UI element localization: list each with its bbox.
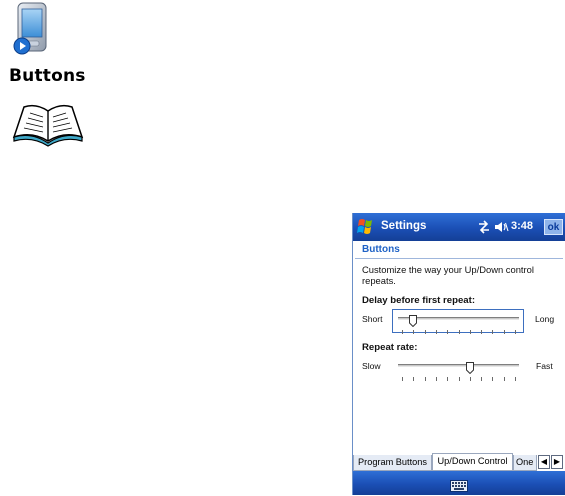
speaker-icon[interactable]: [493, 219, 509, 235]
tab-up-down-control[interactable]: Up/Down Control: [432, 453, 513, 471]
slider-tick: [470, 377, 471, 381]
delay-slider-thumb[interactable]: [409, 312, 418, 328]
keyboard-icon[interactable]: [450, 477, 468, 492]
delay-min-label: Short: [362, 314, 383, 324]
slider-tick: [515, 377, 516, 381]
slider-tick: [425, 377, 426, 381]
repeat-max-label: Fast: [536, 361, 553, 371]
slider-tick: [470, 330, 471, 334]
repeat-rate-label: Repeat rate:: [362, 342, 418, 353]
slider-tick: [459, 377, 460, 381]
tab-program-buttons[interactable]: Program Buttons: [353, 455, 432, 471]
arrow-left-icon[interactable]: ◀: [538, 455, 550, 469]
menu-bar: [353, 471, 565, 495]
open-book-icon: [8, 99, 88, 149]
repeat-min-label: Slow: [362, 361, 381, 371]
slider-tick: [515, 330, 516, 334]
tab-one[interactable]: One: [513, 455, 537, 471]
section-heading: Buttons: [9, 66, 86, 86]
tab-strip: Program Buttons Up/Down Control One ◀ ▶: [353, 453, 565, 471]
ok-button[interactable]: ok: [544, 219, 563, 235]
slider-tick: [447, 330, 448, 334]
arrow-right-icon[interactable]: ▶: [551, 455, 563, 469]
delay-max-label: Long: [535, 314, 555, 324]
repeat-rate-slider-thumb[interactable]: [465, 359, 474, 375]
slider-tick: [447, 377, 448, 381]
slider-tick: [436, 330, 437, 334]
clock[interactable]: 3:48: [511, 220, 533, 232]
repeat-rate-slider[interactable]: [398, 364, 519, 367]
slider-tick: [459, 330, 460, 334]
connectivity-icon[interactable]: [477, 219, 491, 235]
slider-tick: [436, 377, 437, 381]
slider-tick: [492, 377, 493, 381]
slider-tick: [402, 330, 403, 334]
slider-tick: [481, 377, 482, 381]
divider: [355, 258, 563, 259]
slider-tick: [504, 330, 505, 334]
delay-label: Delay before first repeat:: [362, 295, 476, 306]
device-screen: Settings 3:48 ok Buttons Customize the w…: [352, 213, 565, 495]
slider-tick: [492, 330, 493, 334]
title-bar: Settings 3:48 ok: [353, 213, 565, 241]
slider-tick: [402, 377, 403, 381]
slider-tick: [481, 330, 482, 334]
start-flag-icon[interactable]: [355, 215, 379, 239]
slider-tick: [413, 377, 414, 381]
window-title: Settings: [381, 220, 427, 232]
slider-tick: [504, 377, 505, 381]
slider-tick: [413, 330, 414, 334]
page-title: Buttons: [362, 244, 400, 255]
pda-device-icon: [12, 0, 52, 60]
description-text: Customize the way your Up/Down control r…: [362, 264, 534, 286]
slider-tick: [425, 330, 426, 334]
